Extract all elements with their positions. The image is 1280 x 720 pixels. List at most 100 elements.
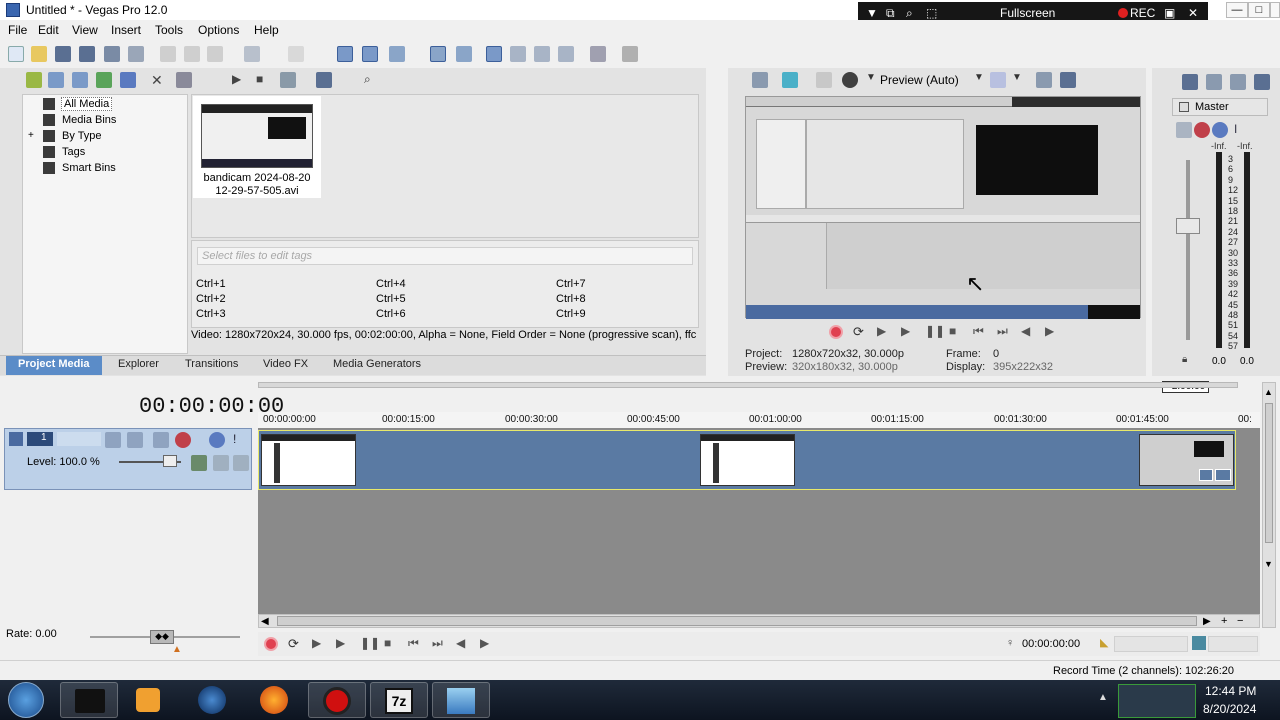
zoom-out-icon[interactable]: − xyxy=(1237,615,1243,627)
tab-explorer[interactable]: Explorer xyxy=(118,358,159,370)
record-icon[interactable] xyxy=(264,637,278,651)
mute-icon[interactable] xyxy=(209,432,225,448)
lock-envelopes-icon[interactable] xyxy=(456,46,472,62)
tree-all-media[interactable]: All Media xyxy=(61,97,113,111)
cursor-timecode[interactable]: 00:00:00:00 xyxy=(1022,638,1080,650)
track-expand-icon[interactable] xyxy=(9,432,23,446)
marker-bar[interactable] xyxy=(258,382,1238,388)
bandicam-close-icon[interactable]: ✕ xyxy=(1188,6,1198,20)
solo-icon[interactable]: ! xyxy=(233,432,249,448)
play-icon[interactable]: ▶ xyxy=(232,72,248,88)
crossfades-icon[interactable] xyxy=(510,46,526,62)
dim-output-icon[interactable] xyxy=(1230,74,1246,90)
tray-expand-icon[interactable]: ▲ xyxy=(1098,692,1108,703)
pause-icon[interactable]: ❚❚ xyxy=(925,324,945,338)
master-properties-icon[interactable] xyxy=(1182,74,1198,90)
zoom-in-icon[interactable]: + xyxy=(1221,615,1227,627)
go-to-end-icon[interactable]: ⏭ xyxy=(997,324,1011,338)
tree-tags[interactable]: Tags xyxy=(62,146,85,158)
new-icon[interactable] xyxy=(8,46,24,62)
tree-media-bins[interactable]: Media Bins xyxy=(62,114,116,126)
track-fx-icon[interactable] xyxy=(175,432,191,448)
record-icon[interactable] xyxy=(829,325,843,339)
master-fx-icon[interactable] xyxy=(1194,122,1210,138)
menu-insert[interactable]: Insert xyxy=(111,23,141,37)
taskbar-app-media-player-icon[interactable] xyxy=(120,682,178,718)
vscroll-thumb[interactable] xyxy=(1265,403,1273,543)
clock-time[interactable]: 12:44 PM xyxy=(1205,684,1256,698)
clock-date[interactable]: 8/20/2024 xyxy=(1203,702,1256,716)
views-icon[interactable] xyxy=(316,72,332,88)
lock-icon[interactable]: 🔒︎ xyxy=(1182,354,1187,365)
make-child-icon[interactable] xyxy=(233,455,249,471)
next-frame-icon[interactable]: ▶ xyxy=(480,636,494,650)
level-slider-handle[interactable] xyxy=(163,455,177,467)
stop-icon[interactable]: ■ xyxy=(384,636,398,650)
make-parent-icon[interactable] xyxy=(213,455,229,471)
selection-tool-icon[interactable] xyxy=(389,46,405,62)
menu-file[interactable]: File xyxy=(8,23,27,37)
scroll-thumb[interactable] xyxy=(277,616,1197,626)
minimize-button[interactable]: — xyxy=(1226,2,1248,18)
snapping-icon[interactable] xyxy=(486,46,502,62)
event-pan-crop-icon[interactable] xyxy=(1199,469,1213,481)
close-button[interactable] xyxy=(1270,2,1280,18)
video-event[interactable] xyxy=(258,430,1236,490)
help-icon[interactable] xyxy=(622,46,638,62)
play-icon[interactable]: ▶ xyxy=(901,324,915,338)
redo-icon[interactable] xyxy=(288,46,304,62)
parent-motion-icon[interactable] xyxy=(127,432,143,448)
ignore-grouping-icon[interactable] xyxy=(534,46,550,62)
track-motion-icon[interactable] xyxy=(105,432,121,448)
prev-frame-icon[interactable]: ◀ xyxy=(456,636,470,650)
go-to-start-icon[interactable]: ⏮ xyxy=(408,636,422,650)
envelope-tool-icon[interactable] xyxy=(362,46,378,62)
preview-quality-select[interactable]: Preview (Auto) xyxy=(880,73,959,87)
play-from-start-icon[interactable]: ▶ xyxy=(877,324,891,338)
tab-project-media[interactable]: Project Media xyxy=(6,356,102,375)
selection-length-field[interactable] xyxy=(1208,636,1258,652)
mixer-icon[interactable] xyxy=(1254,74,1270,90)
master-mute-icon[interactable] xyxy=(1212,122,1228,138)
select-area-icon[interactable]: ⬚ xyxy=(926,6,937,20)
import-media-icon[interactable] xyxy=(26,72,42,88)
menu-help[interactable]: Help xyxy=(254,23,279,37)
downmix-icon[interactable] xyxy=(1206,74,1222,90)
go-to-end-icon[interactable]: ⏭ xyxy=(432,636,446,650)
properties-icon[interactable] xyxy=(128,46,144,62)
taskbar-app-bandicam-icon[interactable] xyxy=(308,682,366,718)
track-header[interactable]: 1 ! Level: 100.0 % xyxy=(4,428,252,490)
play-from-start-icon[interactable]: ▶ xyxy=(312,636,326,650)
chevron-down-icon[interactable]: ▼ xyxy=(866,72,876,83)
save-as-icon[interactable] xyxy=(79,46,95,62)
grid-icon[interactable] xyxy=(990,72,1006,88)
tab-media-generators[interactable]: Media Generators xyxy=(333,358,421,370)
render-icon[interactable] xyxy=(104,46,120,62)
track-name-field[interactable] xyxy=(57,432,101,446)
auto-ripple-icon[interactable] xyxy=(430,46,446,62)
tree-by-type[interactable]: By Type xyxy=(62,130,102,142)
next-frame-icon[interactable]: ▶ xyxy=(1045,324,1059,338)
open-icon[interactable] xyxy=(31,46,47,62)
chevron-down-icon[interactable]: ▼ xyxy=(866,6,878,20)
split-screen-icon[interactable] xyxy=(816,72,832,88)
taskbar-app-vegas-icon[interactable] xyxy=(60,682,118,718)
composite-mode-icon[interactable] xyxy=(153,432,169,448)
menu-view[interactable]: View xyxy=(72,23,98,37)
camera-icon[interactable]: ▣ xyxy=(1164,6,1175,20)
horizontal-scrollbar[interactable]: ◀ ▶ + − xyxy=(258,614,1260,628)
tree-smart-bins[interactable]: Smart Bins xyxy=(62,162,116,174)
start-button[interactable] xyxy=(8,682,44,718)
taskbar-app-7zip-icon[interactable]: 7z xyxy=(370,682,428,718)
system-tray-icons[interactable] xyxy=(1118,684,1196,718)
time-ruler[interactable]: 00:00:00:00 00:00:15:00 00:00:30:00 00:0… xyxy=(258,412,1260,428)
play-icon[interactable]: ▶ xyxy=(336,636,350,650)
stop-icon[interactable]: ■ xyxy=(256,72,272,88)
normal-edit-tool-icon[interactable] xyxy=(337,46,353,62)
extract-audio-icon[interactable] xyxy=(96,72,112,88)
external-monitor-icon[interactable] xyxy=(782,72,798,88)
taskbar-app-vegas-pro-icon[interactable] xyxy=(432,682,490,718)
save-icon[interactable] xyxy=(55,46,71,62)
remove-icon[interactable]: ✕ xyxy=(151,72,167,88)
stop-icon[interactable]: ■ xyxy=(949,324,963,338)
